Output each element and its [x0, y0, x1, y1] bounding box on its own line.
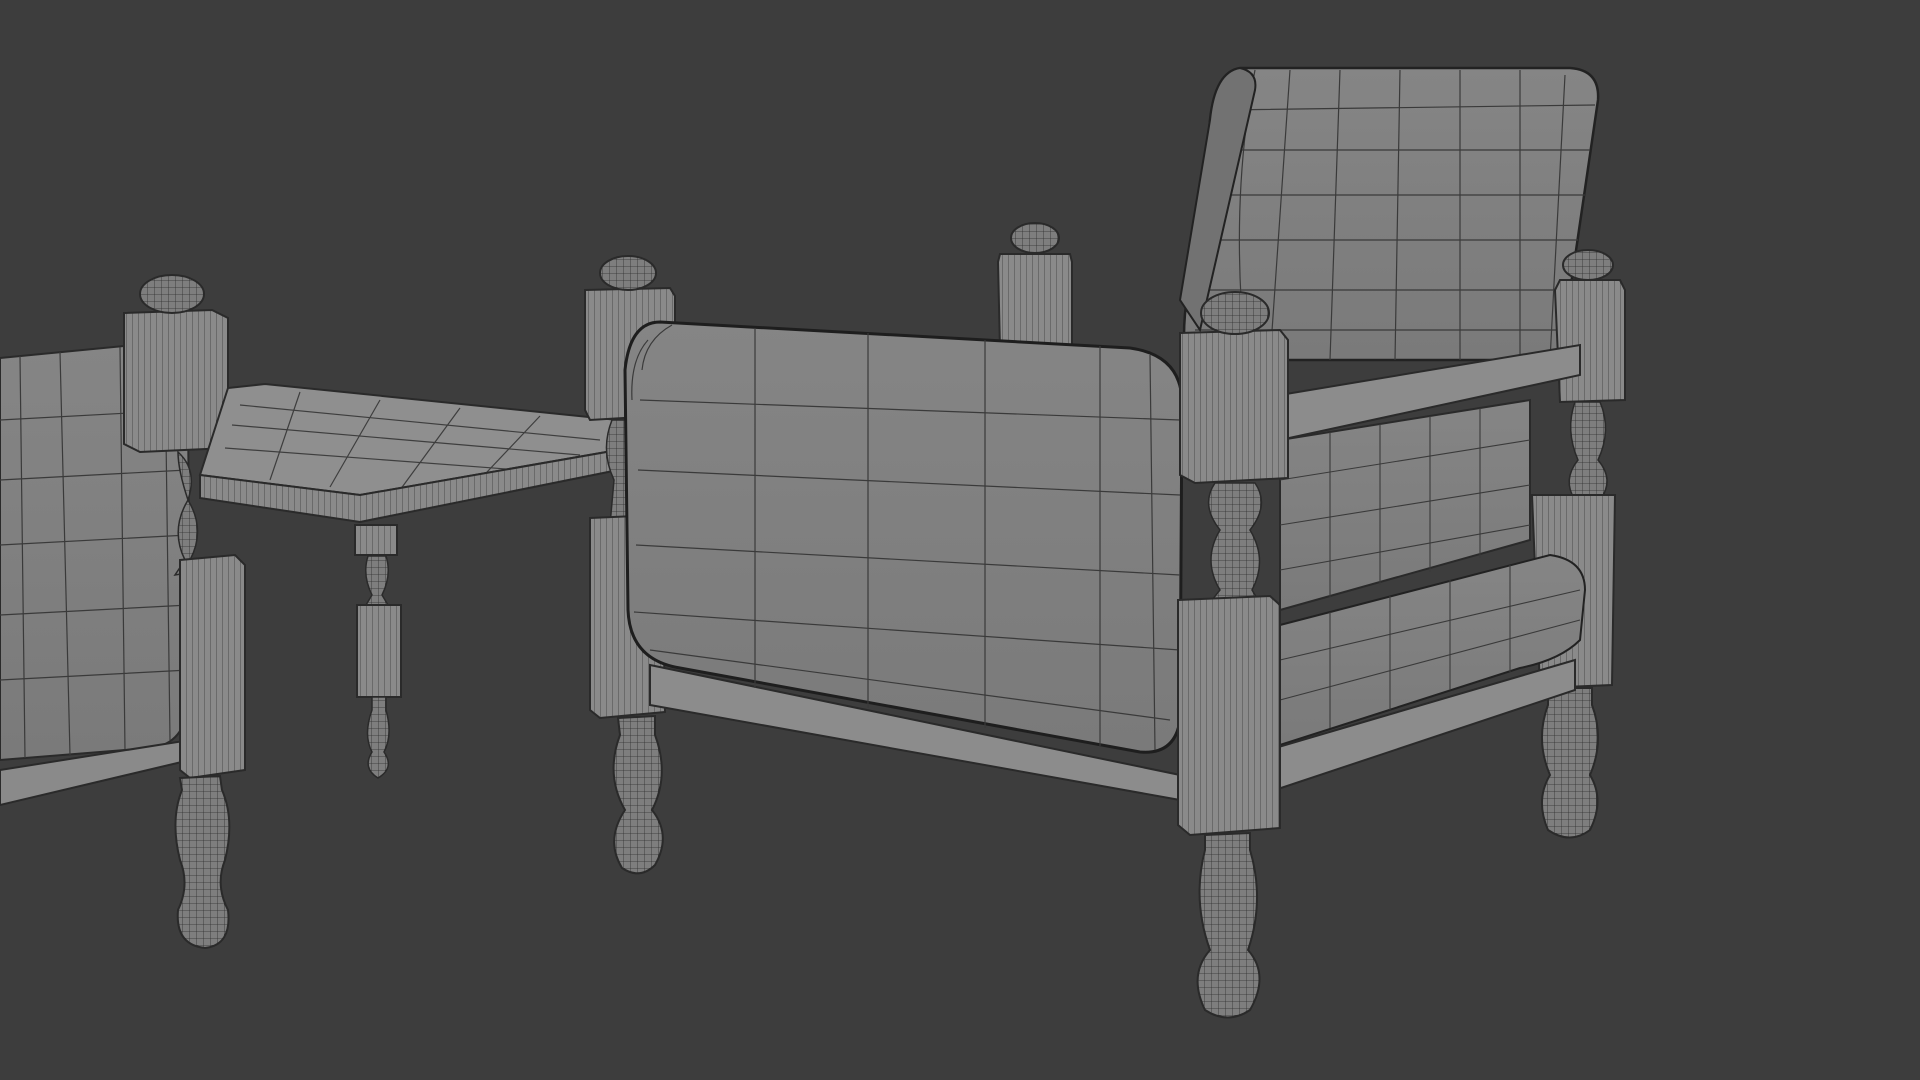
armchair-left[interactable] [0, 274, 246, 950]
armchair-right-rear-right-leg [1540, 687, 1600, 839]
armchair-right-front-left-leg [612, 714, 664, 875]
coffee-table-apron [354, 524, 398, 556]
coffee-table[interactable] [198, 382, 619, 779]
armchair-left-post-lower [179, 553, 246, 780]
armchair-right-front-right-post [1177, 291, 1289, 1019]
armchair-right[interactable] [584, 66, 1626, 1019]
armchair-right-rear-left-post [996, 222, 1073, 351]
armchair-left-leg [174, 774, 231, 950]
armchair-right-front-right-leg [1196, 831, 1261, 1019]
3d-viewport[interactable] [0, 0, 1920, 1080]
coffee-table-leg-block [356, 604, 402, 698]
coffee-table-leg [364, 555, 390, 606]
viewport-canvas[interactable] [0, 0, 1920, 1080]
coffee-table-foot [366, 696, 390, 779]
armchair-left-post-upper [123, 274, 229, 454]
